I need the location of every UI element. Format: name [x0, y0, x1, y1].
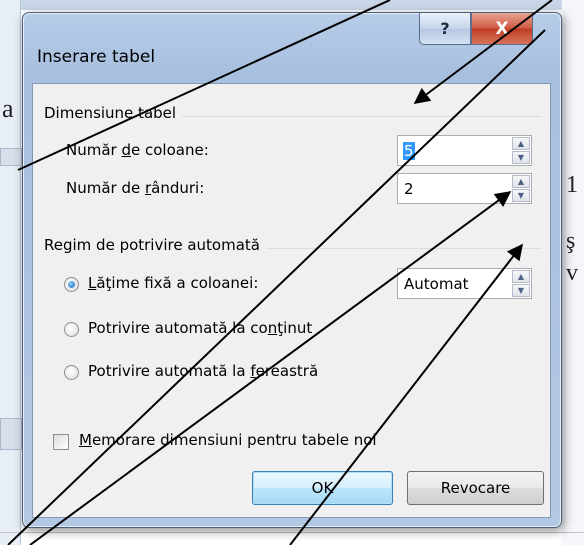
group-label-autofit: Regim de potrivire automată	[44, 236, 266, 254]
spin-down-icon[interactable]: ▼	[512, 151, 530, 164]
background-left-panel	[0, 0, 21, 545]
column-width-value[interactable]: Automat	[404, 275, 469, 293]
background-divider	[0, 532, 584, 533]
insert-table-dialog: Inserare tabel ? X Dimensiune tabel Numă…	[22, 12, 562, 528]
background-ruler-block	[0, 418, 22, 450]
columns-label: Număr de coloane:	[66, 141, 209, 159]
dialog-body: Dimensiune tabel Număr de coloane: 5 ▲ ▼…	[32, 83, 551, 518]
background-ribbon	[0, 0, 584, 10]
help-button[interactable]: ?	[419, 13, 471, 45]
remember-dimensions-label[interactable]: Memorare dimensiuni pentru tabele noi	[79, 431, 377, 449]
accelerator-key: d	[121, 141, 131, 159]
background-document-text: v	[566, 260, 578, 286]
rows-label: Număr de rânduri:	[66, 179, 205, 197]
remember-dimensions-checkbox[interactable]	[53, 434, 69, 450]
accelerator-key: n	[267, 319, 278, 337]
columns-spinner-arrows: ▲ ▼	[512, 137, 530, 164]
rows-value[interactable]: 2	[404, 180, 414, 198]
close-icon: X	[495, 18, 509, 39]
autofit-window-label[interactable]: Potrivire automată la fereastră	[88, 362, 318, 380]
spin-up-icon[interactable]: ▲	[512, 137, 530, 150]
columns-value[interactable]: 5	[403, 142, 415, 160]
spin-down-icon[interactable]: ▼	[512, 189, 530, 202]
background-document-text: 1	[566, 172, 578, 198]
fixed-width-label[interactable]: Lăţime fixă a coloanei:	[88, 274, 258, 292]
group-label-table-size: Dimensiune tabel	[44, 104, 183, 122]
cancel-button[interactable]: Revocare	[407, 471, 544, 505]
dialog-title: Inserare tabel	[37, 47, 156, 67]
background-ruler-block	[0, 148, 22, 166]
spin-up-icon[interactable]: ▲	[512, 175, 530, 188]
column-width-spinner-arrows: ▲ ▼	[512, 270, 530, 297]
autofit-contents-label[interactable]: Potrivire automată la conţinut	[88, 319, 312, 337]
close-button[interactable]: X	[471, 13, 533, 45]
column-width-spinner[interactable]: Automat ▲ ▼	[397, 268, 532, 299]
background-document-text: a	[2, 94, 14, 123]
help-icon: ?	[440, 19, 450, 38]
rows-spinner[interactable]: 2 ▲ ▼	[397, 173, 532, 204]
autofit-contents-radio[interactable]	[64, 322, 79, 337]
ok-button[interactable]: OK	[252, 471, 393, 505]
spin-up-icon[interactable]: ▲	[512, 270, 530, 283]
fixed-width-radio[interactable]	[64, 277, 79, 292]
accelerator-key: M	[79, 431, 92, 449]
autofit-window-radio[interactable]	[64, 365, 79, 380]
columns-spinner[interactable]: 5 ▲ ▼	[397, 135, 532, 166]
spin-down-icon[interactable]: ▼	[512, 284, 530, 297]
rows-spinner-arrows: ▲ ▼	[512, 175, 530, 202]
background-document-text: ş	[566, 228, 576, 254]
